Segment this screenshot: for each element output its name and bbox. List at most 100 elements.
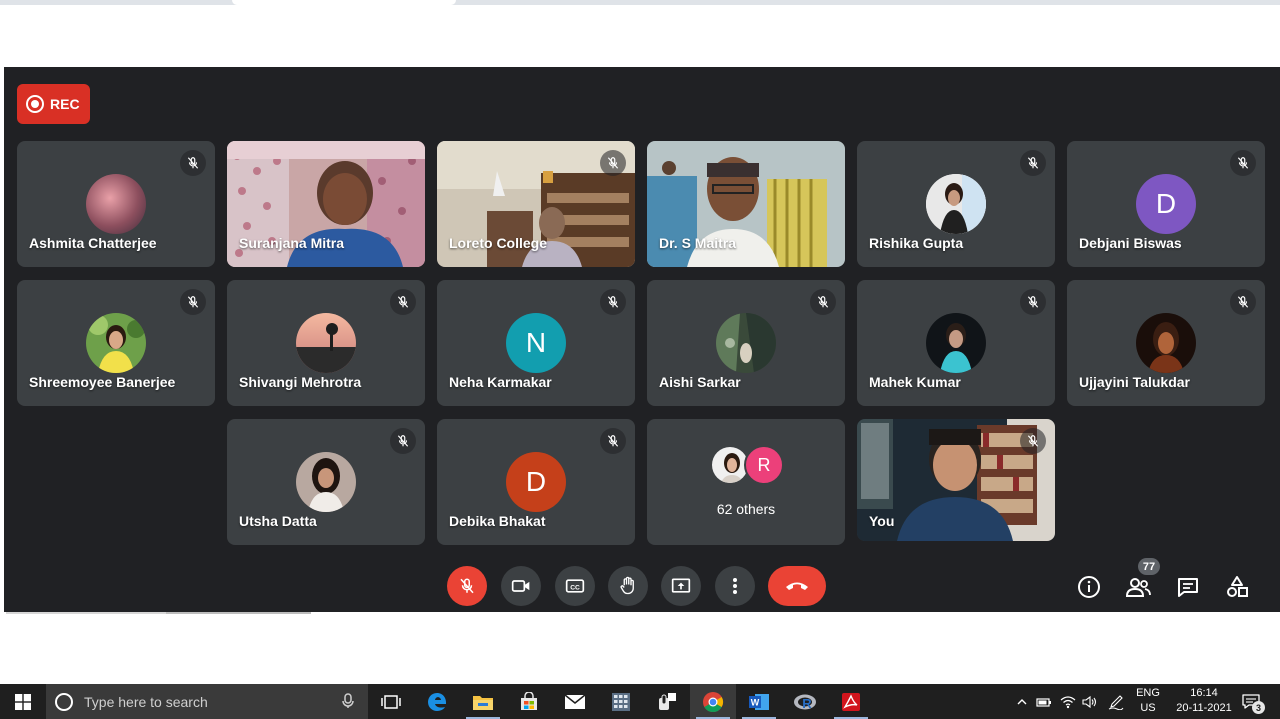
taskbar-app-calculator[interactable] [598, 684, 644, 719]
raise-hand-button[interactable] [608, 566, 648, 606]
participant-name: Rishika Gupta [869, 235, 964, 251]
mic-off-icon [1020, 428, 1046, 454]
meeting-area: REC Ashmita Chatterjee Suranjana Mitra L… [4, 67, 1280, 612]
participant-tile[interactable]: Dr. S Maitra [647, 141, 845, 267]
show-hidden-icons-button[interactable] [1014, 684, 1030, 719]
taskbar-app-word[interactable]: W [736, 684, 782, 719]
taskbar-app-edge[interactable] [414, 684, 460, 719]
people-icon [1125, 578, 1151, 597]
record-icon [26, 95, 44, 113]
camera-icon [511, 580, 530, 592]
end-call-icon [786, 582, 808, 590]
avatar-initial: D [1155, 188, 1177, 219]
activities-button[interactable] [1223, 573, 1251, 601]
mic-off-icon [180, 150, 206, 176]
scroll-indicator [166, 612, 311, 614]
taskbar-search-box[interactable]: Type here to search [46, 684, 368, 719]
participant-tile[interactable]: Utsha Datta [227, 419, 425, 545]
mic-off-icon [600, 289, 626, 315]
store-icon [521, 691, 537, 710]
battery-icon [1036, 697, 1051, 707]
avatar [296, 452, 356, 512]
people-button[interactable] [1124, 573, 1152, 601]
folder-icon [473, 695, 493, 710]
leave-call-button[interactable] [768, 566, 826, 606]
start-button[interactable] [0, 684, 46, 719]
recording-indicator[interactable]: REC [17, 84, 90, 124]
participant-tile[interactable]: Aishi Sarkar [647, 280, 845, 406]
avatar [1136, 313, 1196, 373]
self-tile[interactable]: You [857, 419, 1055, 541]
avatar-initial: R [757, 454, 771, 475]
cortana-icon [55, 692, 73, 711]
input-language-indicator[interactable]: ENG US [1134, 686, 1162, 716]
chat-icon [1178, 578, 1198, 597]
present-icon [671, 578, 691, 593]
participant-tile[interactable]: Loreto College [437, 141, 635, 267]
calculator-icon [612, 692, 630, 711]
avatar [926, 174, 986, 234]
info-icon [1078, 576, 1100, 598]
svg-text:CC: CC [570, 584, 580, 591]
participant-name: Loreto College [449, 235, 548, 251]
language-code: ENG [1136, 687, 1160, 699]
participant-tile[interactable]: D Debika Bhakat [437, 419, 635, 545]
edge-icon [428, 692, 447, 711]
participant-tile[interactable]: D Debjani Biswas [1067, 141, 1265, 267]
microphone-icon[interactable] [342, 693, 354, 709]
mic-off-icon [390, 289, 416, 315]
participant-tile[interactable]: N Neha Karmakar [437, 280, 635, 406]
mic-off-icon [600, 150, 626, 176]
task-view-button[interactable] [368, 684, 414, 719]
participant-name: Debjani Biswas [1079, 235, 1182, 251]
clock-time: 16:14 [1190, 687, 1218, 699]
participant-name: Neha Karmakar [449, 374, 552, 390]
more-options-button[interactable] [715, 566, 755, 606]
taskbar-app-voice-recorder[interactable] [644, 684, 690, 719]
browser-tab[interactable] [232, 0, 456, 5]
participant-tile[interactable]: Suranjana Mitra [227, 141, 425, 267]
participant-name: Mahek Kumar [869, 374, 961, 390]
captions-button[interactable]: CC [555, 566, 595, 606]
browser-top-strip [0, 0, 1280, 5]
windows-icon [15, 693, 31, 710]
taskbar-app-store[interactable] [506, 684, 552, 719]
avatar: N [506, 313, 566, 373]
volume-tray-button[interactable] [1081, 684, 1099, 719]
taskbar-app-r[interactable]: R [782, 684, 828, 719]
avatar: D [1136, 174, 1196, 234]
scroll-indicator [6, 612, 166, 614]
participant-tile[interactable]: Rishika Gupta [857, 141, 1055, 267]
participant-tile[interactable]: Shreemoyee Banerjee [17, 280, 215, 406]
svg-text:W: W [751, 697, 760, 707]
taskbar-app-chrome[interactable] [690, 684, 736, 719]
participant-name: Shreemoyee Banerjee [29, 374, 176, 390]
avatar [86, 313, 146, 373]
taskbar-app-mail[interactable] [552, 684, 598, 719]
mic-toggle-button[interactable] [447, 566, 487, 606]
speaker-icon [1082, 695, 1097, 708]
participant-tile[interactable]: Ashmita Chatterjee [17, 141, 215, 267]
others-tile[interactable]: R 62 others [647, 419, 845, 545]
hand-icon [620, 576, 634, 595]
participant-name: Ujjayini Talukdar [1079, 374, 1190, 390]
taskbar-app-acrobat[interactable] [828, 684, 874, 719]
clock[interactable]: 16:14 20-11-2021 [1172, 686, 1236, 716]
chat-button[interactable] [1174, 573, 1202, 601]
taskbar-app-file-explorer[interactable] [460, 684, 506, 719]
meeting-details-button[interactable] [1075, 573, 1103, 601]
participant-tile[interactable]: Mahek Kumar [857, 280, 1055, 406]
activities-icon [1227, 576, 1248, 597]
participant-tile[interactable]: Ujjayini Talukdar [1067, 280, 1265, 406]
camera-toggle-button[interactable] [501, 566, 541, 606]
svg-text:R: R [802, 696, 812, 711]
mic-off-icon [1230, 150, 1256, 176]
present-screen-button[interactable] [661, 566, 701, 606]
avatar [716, 313, 776, 373]
pen-tray-button[interactable] [1106, 684, 1126, 719]
battery-tray-button[interactable] [1035, 684, 1053, 719]
participant-tile[interactable]: Shivangi Mehrotra [227, 280, 425, 406]
network-tray-button[interactable] [1059, 684, 1077, 719]
avatar: D [506, 452, 566, 512]
notification-count-badge: 3 [1252, 701, 1265, 714]
